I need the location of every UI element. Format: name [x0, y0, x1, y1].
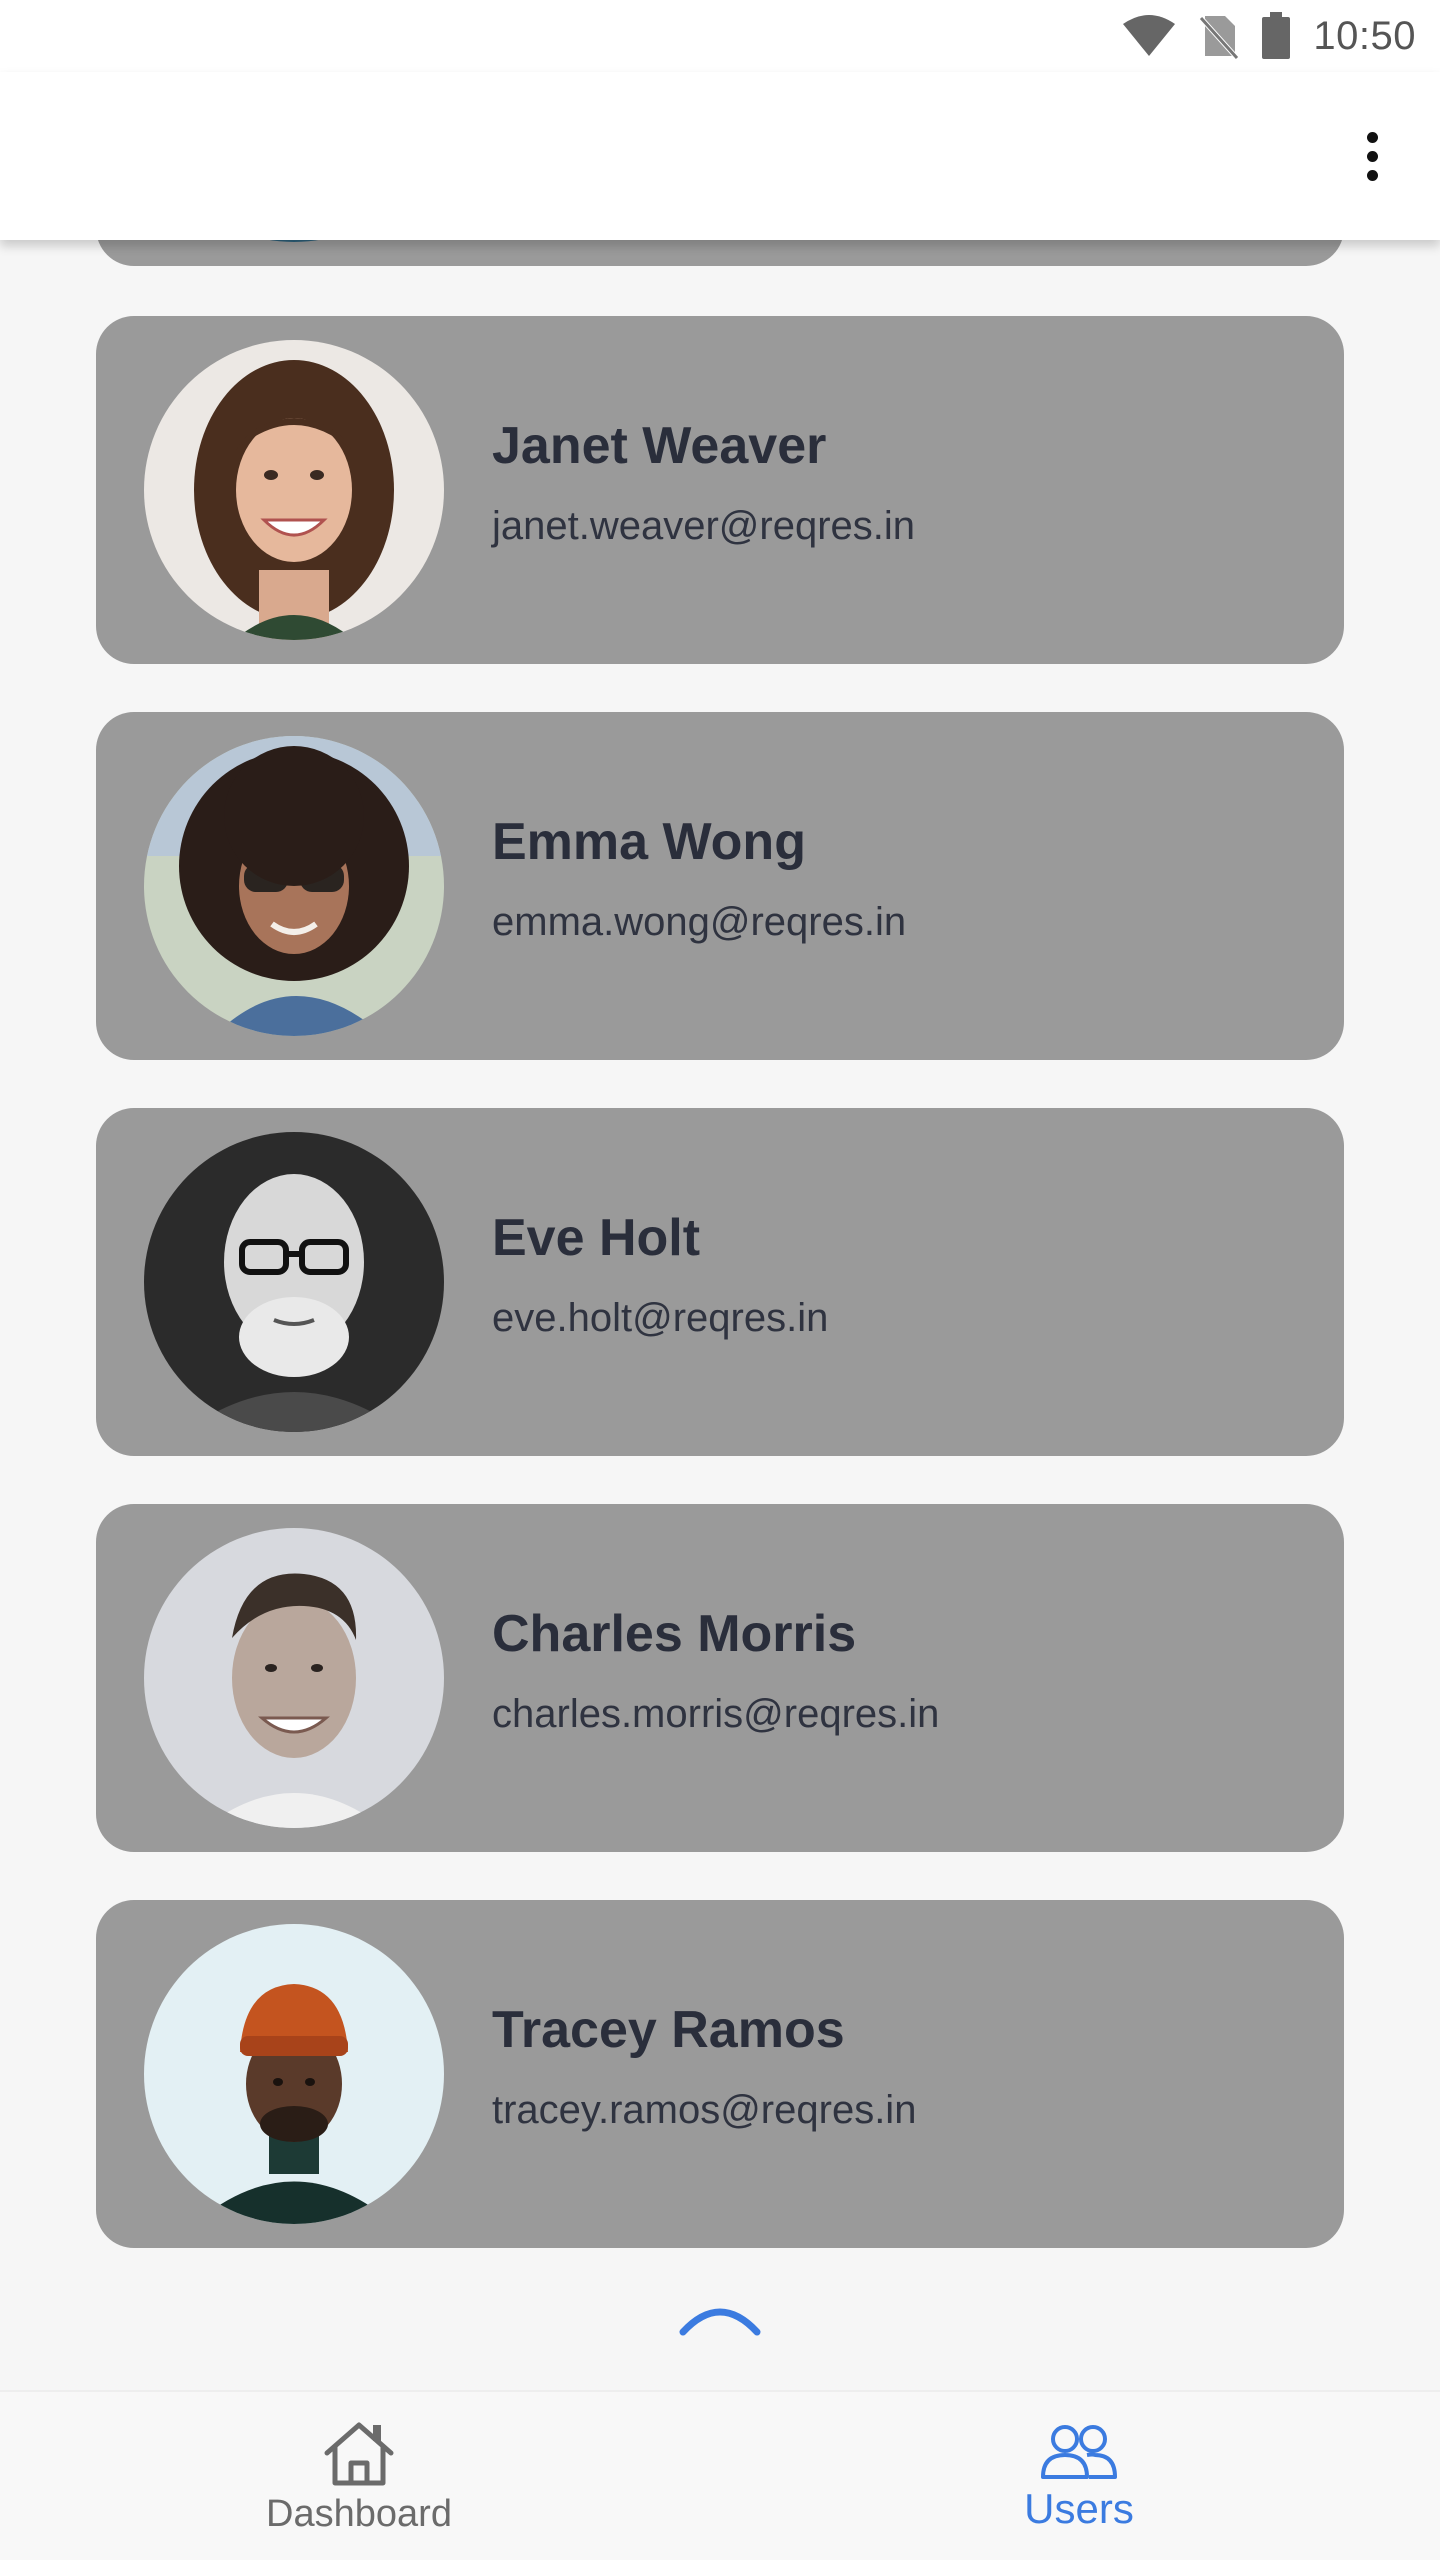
- no-sim-icon: [1199, 16, 1240, 60]
- user-card[interactable]: Emma Wong emma.wong@reqres.in: [96, 712, 1344, 1060]
- status-bar: 10:50: [0, 0, 1440, 72]
- users-icon: [1041, 2425, 1117, 2479]
- user-card[interactable]: Janet Weaver janet.weaver@reqres.in: [96, 316, 1344, 664]
- user-card[interactable]: Tracey Ramos tracey.ramos@reqres.in: [96, 1900, 1344, 2248]
- clock: 10:50: [1313, 13, 1416, 58]
- user-list[interactable]: Janet Weaver janet.weaver@reqres.in Emma…: [0, 0, 1440, 2390]
- status-icons: 10:50: [1121, 10, 1416, 62]
- user-name: Charles Morris: [492, 1605, 857, 1663]
- bottom-navigation: Dashboard Users: [0, 2390, 1440, 2560]
- more-vert-icon[interactable]: [1344, 120, 1400, 192]
- user-email: janet.weaver@reqres.in: [492, 504, 916, 548]
- user-name: Eve Holt: [492, 1209, 701, 1267]
- home-icon: [324, 2422, 394, 2485]
- wifi-icon: [1123, 15, 1176, 56]
- user-card[interactable]: Eve Holt eve.holt@reqres.in: [96, 1108, 1344, 1456]
- user-email: charles.morris@reqres.in: [492, 1692, 940, 1736]
- user-name: Tracey Ramos: [492, 2001, 845, 2059]
- avatar: [144, 736, 444, 1036]
- avatar: [144, 1132, 444, 1432]
- user-email: eve.holt@reqres.in: [492, 1296, 829, 1340]
- avatar: [144, 1924, 444, 2224]
- battery-icon: [1262, 12, 1291, 59]
- nav-item-users[interactable]: Users: [899, 2392, 1259, 2560]
- app-bar: [0, 72, 1440, 240]
- avatar: [144, 1528, 444, 1828]
- avatar: [144, 340, 444, 640]
- nav-label-users: Users: [1024, 2485, 1134, 2532]
- user-email: emma.wong@reqres.in: [492, 900, 907, 944]
- user-name: Janet Weaver: [492, 417, 827, 475]
- nav-label-dashboard: Dashboard: [266, 2492, 452, 2535]
- nav-item-dashboard[interactable]: Dashboard: [179, 2392, 539, 2560]
- user-name: Emma Wong: [492, 813, 806, 871]
- user-email: tracey.ramos@reqres.in: [492, 2088, 917, 2132]
- loading-spinner-icon: [679, 2308, 761, 2336]
- user-card[interactable]: Charles Morris charles.morris@reqres.in: [96, 1504, 1344, 1852]
